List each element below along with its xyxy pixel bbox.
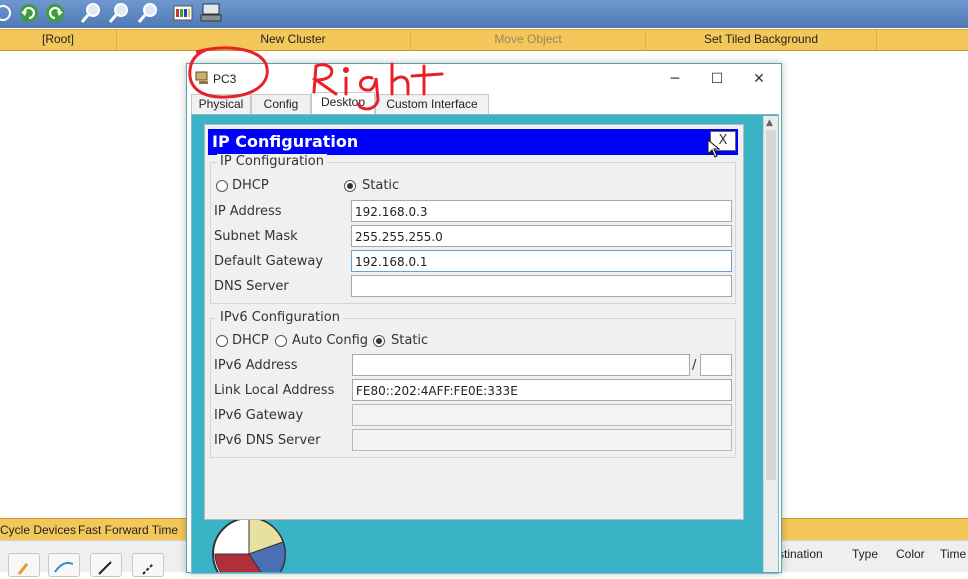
minimize-button[interactable]: ─ xyxy=(661,68,689,90)
prefix-slash: / xyxy=(692,358,697,373)
dialog-titlebar: IP Configuration X xyxy=(208,129,738,155)
window-titlebar[interactable]: PC3 ─ ☐ ✕ xyxy=(187,64,781,94)
pdu-column-type[interactable]: Type xyxy=(852,547,878,561)
tab-physical[interactable]: Physical xyxy=(191,94,251,114)
ip-address-label: IP Address xyxy=(214,204,282,219)
tab-desktop[interactable]: Desktop xyxy=(311,92,375,114)
set-tiled-background-button[interactable]: Set Tiled Background xyxy=(646,30,877,50)
ipv6-legend: IPv6 Configuration xyxy=(217,310,343,325)
dns-server-label: DNS Server xyxy=(214,279,289,294)
device-tool-1[interactable] xyxy=(8,553,40,577)
default-gateway-label: Default Gateway xyxy=(214,254,324,269)
default-gateway-field[interactable]: 192.168.0.1 xyxy=(351,250,732,272)
undo-icon[interactable] xyxy=(18,2,40,24)
ipv6-dhcp-radio[interactable] xyxy=(216,335,228,347)
ipv4-static-radio[interactable] xyxy=(344,180,356,192)
ipv6-static-radio[interactable] xyxy=(373,335,385,347)
ipv6-dns-server-label: IPv6 DNS Server xyxy=(214,433,321,448)
zoom-out-icon[interactable] xyxy=(137,2,159,24)
main-toolbar xyxy=(0,0,968,28)
ipv6-gateway-field[interactable] xyxy=(352,404,732,426)
new-cluster-button[interactable]: New Cluster xyxy=(176,30,411,50)
redo-icon[interactable] xyxy=(44,2,66,24)
device-icon[interactable] xyxy=(200,2,222,24)
pc-icon xyxy=(195,71,208,84)
scroll-up-icon[interactable]: ▲ xyxy=(766,118,773,128)
ip-address-field[interactable]: 192.168.0.3 xyxy=(351,200,732,222)
ipv6-static-label[interactable]: Static xyxy=(391,333,428,348)
ipv6-dhcp-label[interactable]: DHCP xyxy=(232,333,269,348)
lightning-icon xyxy=(17,563,29,575)
ipv4-dhcp-label[interactable]: DHCP xyxy=(232,178,269,193)
ipv6-auto-config-radio[interactable] xyxy=(275,335,287,347)
mouse-cursor-icon xyxy=(707,139,721,158)
sync-icon[interactable] xyxy=(0,2,14,24)
ipv6-auto-config-label[interactable]: Auto Config xyxy=(292,333,368,348)
ipv6-dns-server-field[interactable] xyxy=(352,429,732,451)
maximize-button[interactable]: ☐ xyxy=(703,68,731,90)
zoom-in-icon[interactable] xyxy=(80,2,102,24)
scrollbar-thumb[interactable] xyxy=(766,130,776,480)
workspace-bar: [Root] New Cluster Move Object Set Tiled… xyxy=(0,29,968,51)
ipv6-address-field[interactable] xyxy=(352,354,690,376)
ipv4-dhcp-radio[interactable] xyxy=(216,180,228,192)
pdu-column-color[interactable]: Color xyxy=(896,547,925,561)
pie-app-icon[interactable] xyxy=(209,514,303,572)
device-tool-3[interactable] xyxy=(90,553,122,577)
move-object-button[interactable]: Move Object xyxy=(411,30,646,50)
dashed-line-icon xyxy=(142,563,154,575)
tab-config[interactable]: Config xyxy=(251,94,311,114)
ipv6-prefix-field[interactable] xyxy=(700,354,732,376)
link-local-address-field[interactable]: FE80::202:4AFF:FE0E:333E xyxy=(352,379,732,401)
ip-configuration-dialog: IP Configuration X IP Configuration DHCP… xyxy=(204,124,744,520)
link-local-address-label: Link Local Address xyxy=(214,383,335,398)
ipv4-legend: IP Configuration xyxy=(217,154,327,169)
device-tool-4[interactable] xyxy=(132,553,164,577)
vertical-scrollbar[interactable]: ▲ xyxy=(763,116,778,572)
root-button[interactable]: [Root] xyxy=(0,30,117,50)
subnet-mask-field[interactable]: 255.255.255.0 xyxy=(351,225,732,247)
ipv6-gateway-label: IPv6 Gateway xyxy=(214,408,304,423)
cycle-devices-button[interactable]: Cycle Devices xyxy=(0,523,76,537)
zoom-reset-icon[interactable] xyxy=(108,2,130,24)
pdu-column-time[interactable]: Time xyxy=(940,547,966,561)
ipv4-static-label[interactable]: Static xyxy=(362,178,399,193)
dns-server-field[interactable] xyxy=(351,275,732,297)
line-icon xyxy=(98,561,112,575)
dialog-title: IP Configuration xyxy=(212,132,359,151)
palette-icon[interactable] xyxy=(172,2,194,24)
tab-custom-interface[interactable]: Custom Interface xyxy=(375,94,489,114)
cable-icon xyxy=(54,562,74,573)
window-title: PC3 xyxy=(213,72,237,86)
device-tool-2[interactable] xyxy=(48,553,80,577)
ipv6-address-label: IPv6 Address xyxy=(214,358,298,373)
pdu-column-destination[interactable]: stination xyxy=(778,547,823,561)
subnet-mask-label: Subnet Mask xyxy=(214,229,298,244)
close-window-button[interactable]: ✕ xyxy=(745,68,773,90)
fast-forward-time-button[interactable]: Fast Forward Time xyxy=(78,523,178,537)
